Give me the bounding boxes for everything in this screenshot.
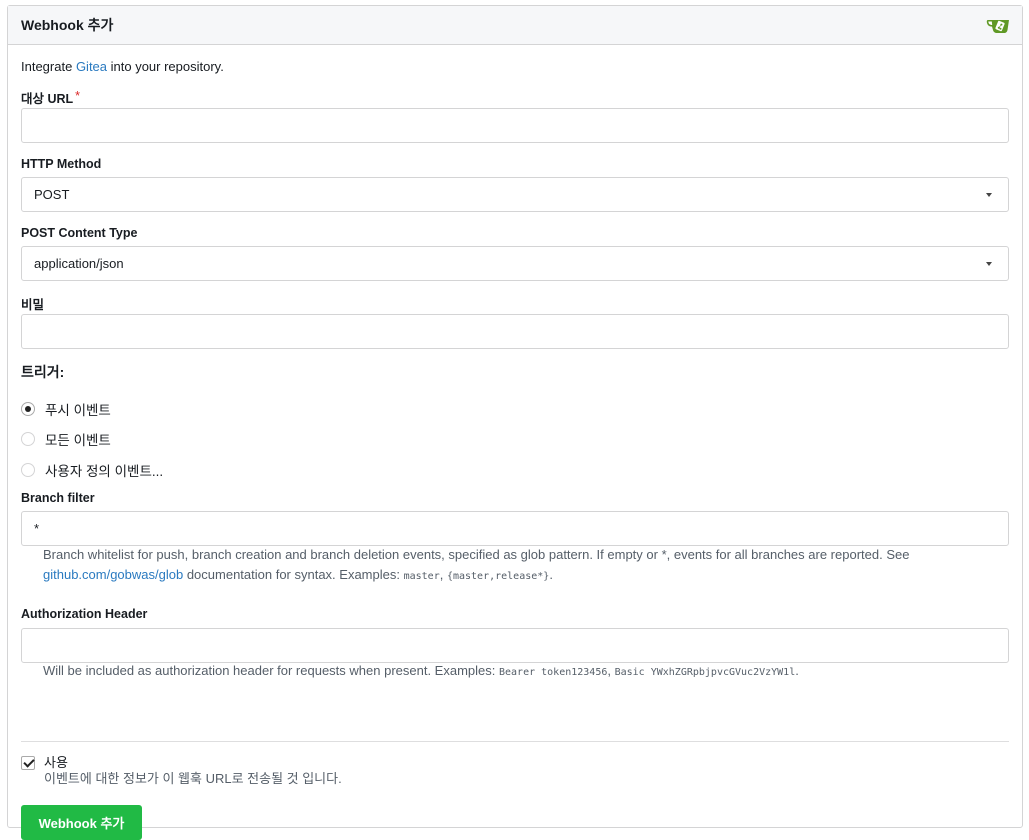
chevron-down-icon: [986, 261, 992, 266]
webhook-form-panel: Webhook 추가 Integrate Gitea into your rep…: [7, 5, 1023, 840]
triggers-title: 트리거:: [21, 364, 65, 380]
trigger-all-events[interactable]: 모든 이벤트: [21, 429, 111, 449]
intro-text: Integrate Gitea into your repository.: [21, 59, 224, 74]
trigger-option-label: 모든 이벤트: [45, 433, 111, 448]
branch-filter-value: *: [34, 521, 40, 536]
secret-input[interactable]: [21, 314, 1009, 349]
http-method-value: POST: [34, 187, 70, 202]
active-text: 사용 이벤트에 대한 정보가 이 웹훅 URL로 전송될 것 입니다.: [44, 755, 342, 787]
auth-header-label: Authorization Header: [21, 607, 148, 621]
gitea-logo-icon: [986, 20, 1009, 33]
trigger-push-events[interactable]: 푸시 이벤트: [21, 399, 111, 419]
panel-header: Webhook 추가: [8, 6, 1022, 45]
radio-empty-icon[interactable]: [21, 463, 35, 477]
http-method-label: HTTP Method: [21, 157, 102, 171]
trigger-custom-events[interactable]: 사용자 정의 이벤트...: [21, 460, 163, 480]
secret-label: 비밀: [21, 298, 45, 312]
target-url-label-text: 대상 URL: [21, 92, 74, 106]
branch-filter-help: Branch whitelist for push, branch creati…: [43, 547, 910, 582]
active-description: 이벤트에 대한 정보가 이 웹훅 URL로 전송될 것 입니다.: [44, 771, 342, 786]
radio-selected-icon[interactable]: [21, 402, 35, 416]
trigger-option-label: 푸시 이벤트: [45, 403, 111, 418]
branch-filter-input[interactable]: *: [21, 511, 1009, 546]
http-method-select[interactable]: POST: [21, 177, 1009, 212]
chevron-down-icon: [986, 192, 992, 197]
branch-filter-label: Branch filter: [21, 491, 95, 505]
page-title: Webhook 추가: [21, 17, 114, 33]
checkbox-checked-icon[interactable]: [21, 756, 35, 770]
content-type-select[interactable]: application/json: [21, 246, 1009, 281]
target-url-label: 대상 URL *: [21, 88, 80, 107]
trigger-option-label: 사용자 정의 이벤트...: [45, 464, 164, 479]
required-mark: *: [75, 89, 81, 103]
gitea-link[interactable]: Gitea: [76, 59, 107, 74]
glob-docs-link[interactable]: github.com/gobwas/glob: [43, 567, 183, 582]
auth-header-help: Will be included as authorization header…: [43, 663, 799, 678]
content-type-value: application/json: [34, 256, 124, 271]
active-label: 사용: [44, 755, 68, 770]
active-checkbox-row[interactable]: 사용 이벤트에 대한 정보가 이 웹훅 URL로 전송될 것 입니다.: [21, 755, 342, 787]
divider: [21, 741, 1009, 742]
content-type-label: POST Content Type: [21, 226, 138, 240]
radio-empty-icon[interactable]: [21, 432, 35, 446]
target-url-input[interactable]: [21, 108, 1009, 143]
intro-prefix: Integrate: [21, 59, 76, 74]
auth-header-input[interactable]: [21, 628, 1009, 663]
intro-suffix: into your repository.: [107, 59, 224, 74]
